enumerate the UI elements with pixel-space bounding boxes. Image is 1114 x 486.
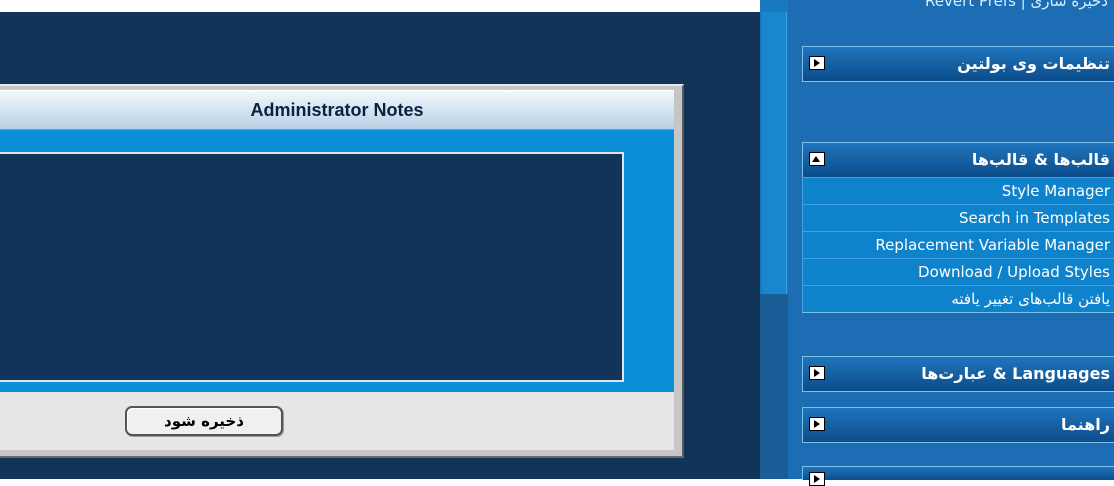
expand-arrow-icon[interactable]	[809, 56, 825, 70]
nav-group-languages: Languages & عبارت‌ها	[802, 356, 1114, 392]
notes-footer: ذخیره شود	[0, 392, 674, 450]
save-button[interactable]: ذخیره شود	[125, 406, 283, 436]
nav-header-styles-templates[interactable]: قالب‌ها & قالب‌ها	[802, 143, 1114, 177]
nav-group-styles-templates: قالب‌ها & قالب‌ها Style Manager Search i…	[802, 142, 1114, 313]
nav-item-find-updated-templates[interactable]: یافتن قالب‌های تغییر یافته	[802, 285, 1114, 312]
main-content-area: Administrator Notes ذخیره شود	[0, 12, 760, 479]
nav-group-partial	[802, 466, 1114, 486]
control-panel-nav: Revert Prefs | ذخیره سازی تنظیمات وی بول…	[788, 0, 1114, 486]
frame-separator	[760, 0, 788, 479]
nav-item-style-manager[interactable]: Style Manager	[802, 177, 1114, 204]
collapse-arrow-icon[interactable]	[809, 152, 825, 166]
admin-notes-panel: Administrator Notes ذخیره شود	[0, 84, 684, 458]
scrollbar-track[interactable]	[762, 12, 787, 294]
expand-arrow-icon[interactable]	[809, 366, 825, 380]
top-links[interactable]: Revert Prefs | ذخیره سازی	[788, 0, 1108, 30]
nav-item-replacement-variable-manager[interactable]: Replacement Variable Manager	[802, 231, 1114, 258]
nav-header-help[interactable]: راهنما	[802, 408, 1114, 442]
nav-header-vbulletin-options[interactable]: تنظیمات وی بولتین	[802, 47, 1114, 81]
nav-group-help: راهنما	[802, 407, 1114, 443]
expand-arrow-icon[interactable]	[809, 472, 825, 486]
nav-header-label: تنظیمات وی بولتین	[957, 54, 1110, 73]
notes-panel-title: Administrator Notes	[0, 90, 674, 130]
nav-sub-list: Style Manager Search in Templates Replac…	[802, 177, 1114, 312]
nav-header-label: قالب‌ها & قالب‌ها	[971, 150, 1110, 169]
nav-header-label: راهنما	[1060, 415, 1110, 434]
notes-textarea[interactable]	[0, 152, 624, 382]
notes-body	[0, 130, 674, 392]
nav-item-search-in-templates[interactable]: Search in Templates	[802, 204, 1114, 231]
nav-item-download-upload-styles[interactable]: Download / Upload Styles	[802, 258, 1114, 285]
nav-group-vbulletin-options: تنظیمات وی بولتین	[802, 46, 1114, 82]
top-links-label[interactable]: Revert Prefs | ذخیره سازی	[925, 0, 1108, 10]
expand-arrow-icon[interactable]	[809, 417, 825, 431]
nav-header-languages[interactable]: Languages & عبارت‌ها	[802, 357, 1114, 391]
nav-header-label: Languages & عبارت‌ها	[921, 364, 1110, 383]
